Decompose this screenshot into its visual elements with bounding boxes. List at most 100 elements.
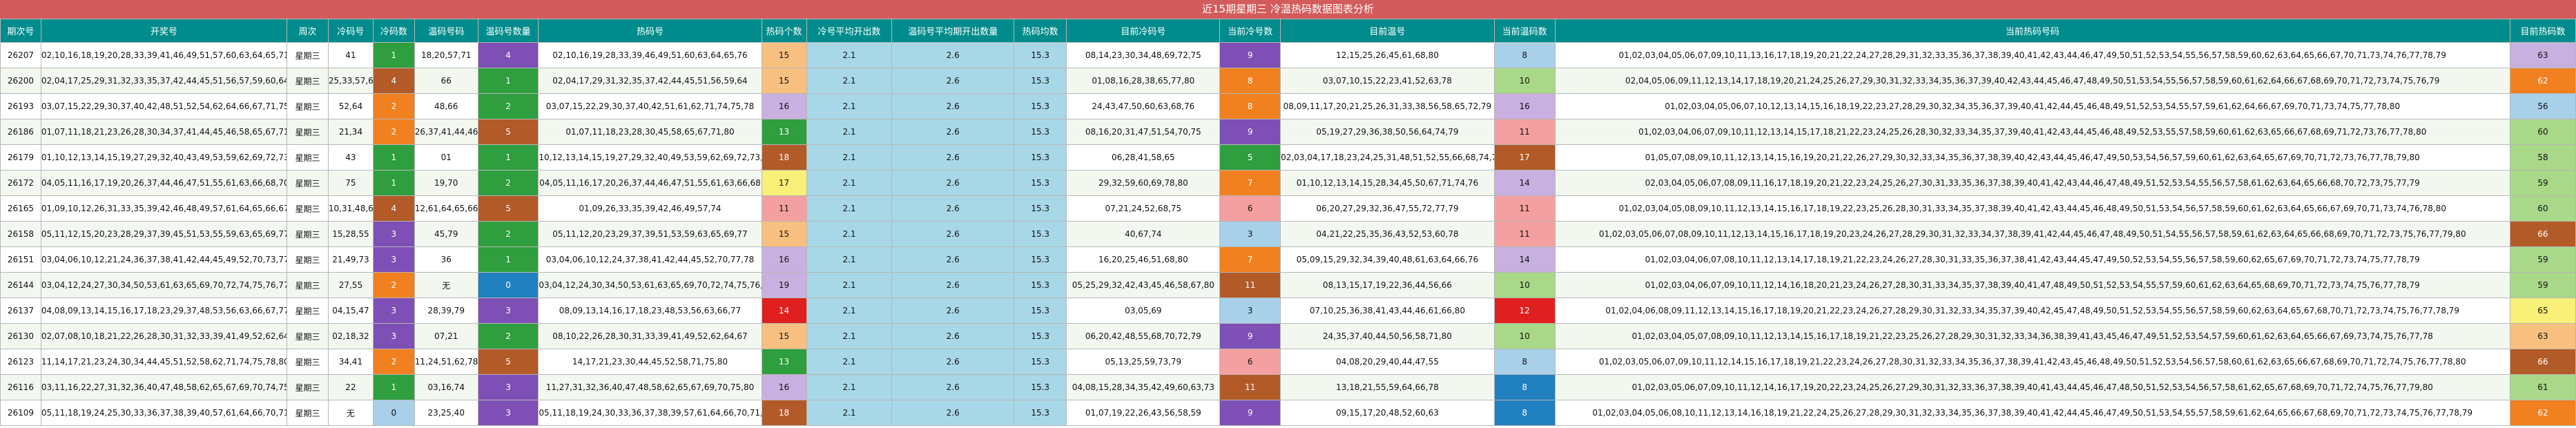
table-cell: 6 <box>1219 195 1281 222</box>
table-cell: 9 <box>1219 400 1281 426</box>
table-cell: 01,02,03,04,05,08,09,10,11,12,13,14,15,1… <box>1554 195 2510 222</box>
table-cell: 60 <box>2509 119 2576 145</box>
column-header: 温码号平均期开出数量 <box>891 19 1014 43</box>
table-cell: 15 <box>761 42 807 68</box>
table-cell: 10 <box>1493 323 1556 349</box>
page: 近15期星期三 冷温热码数据图表分析 期次号 开奖号 周次 冷码号 冷码数 温码号码 温码号… <box>0 0 2576 428</box>
table-row: 26158 05,11,12,15,20,23,28,29,37,39,45,51… <box>0 221 2576 247</box>
table-cell: 26109 <box>0 400 41 426</box>
table-cell: 11 <box>761 195 807 222</box>
table-cell: 26151 <box>0 246 41 273</box>
table-cell: 12,15,25,26,45,61,68,80 <box>1280 42 1495 68</box>
table-cell: 4 <box>372 68 415 94</box>
table-cell: 03,07,15,22,29,30,37,40,42,48,51,52,54,6… <box>40 93 288 119</box>
table-cell: 02,04,17,29,31,32,35,37,42,44,45,51,56,5… <box>538 68 762 94</box>
table-cell: 03,16,74 <box>414 374 478 400</box>
table-cell: 23,25,40 <box>414 400 478 426</box>
table-row: 26109 05,11,18,19,24,25,30,33,36,37,38,39… <box>0 400 2576 426</box>
table-cell: 3 <box>477 400 539 426</box>
table-cell: 05,13,25,59,73,79 <box>1066 349 1221 375</box>
table-cell: 18,20,57,71 <box>414 42 478 68</box>
table-cell: 01,07,11,18,21,23,26,28,30,34,37,41,44,4… <box>40 119 288 145</box>
table-cell: 1 <box>477 246 539 273</box>
table-cell: 08,16,20,31,47,51,54,70,75 <box>1066 119 1221 145</box>
table-cell: 05,11,12,15,20,23,28,29,37,39,45,51,53,5… <box>40 221 288 247</box>
table-cell: 17 <box>761 170 807 196</box>
table-cell: 62 <box>2509 68 2576 94</box>
table-cell: 15.3 <box>1013 195 1067 222</box>
table-cell: 01,02,03,04,06,07,09,10,11,12,14,16,18,2… <box>1554 272 2510 298</box>
table-cell: 01,02,03,04,05,06,07,09,10,11,13,16,17,1… <box>1554 42 2510 68</box>
table-cell: 01,02,03,05,06,07,08,09,10,11,12,13,14,1… <box>1554 221 2510 247</box>
table-cell: 63 <box>2509 323 2576 349</box>
column-header: 当前冷号数 <box>1219 19 1281 43</box>
table-cell: 2.6 <box>891 68 1014 94</box>
table-cell: 43 <box>327 144 374 171</box>
table-cell: 15.3 <box>1013 119 1067 145</box>
column-header: 温码号数量 <box>477 19 539 43</box>
table-cell: 2.1 <box>806 349 893 375</box>
table-row: 26151 03,04,06,10,12,21,24,36,37,38,41,42… <box>0 246 2576 273</box>
table-cell: 03,04,06,10,12,24,37,38,41,42,44,45,52,7… <box>538 246 762 273</box>
table-cell: 01,09,10,12,26,31,33,35,39,42,46,48,49,5… <box>40 195 288 222</box>
table-cell: 03,04,06,10,12,21,24,36,37,38,41,42,44,4… <box>40 246 288 273</box>
table-cell: 36 <box>414 246 478 273</box>
table-cell: 2.6 <box>891 93 1014 119</box>
column-header: 当前热码号码 <box>1554 19 2510 43</box>
table-cell: 15 <box>761 323 807 349</box>
data-table: 期次号 开奖号 周次 冷码号 冷码数 温码号码 温码号数量 热码号 热码个数 冷号平均开出数 温码号… <box>0 19 2576 426</box>
table-cell: 2.6 <box>891 323 1014 349</box>
table-cell: 10,31,48,67 <box>327 195 374 222</box>
table-cell: 2.6 <box>891 119 1014 145</box>
table-cell: 17 <box>1493 144 1556 171</box>
table-cell: 08,10,22,26,28,30,31,33,39,41,49,52,62,6… <box>538 323 762 349</box>
table-cell: 4 <box>477 42 539 68</box>
table-cell: 01 <box>414 144 478 171</box>
column-header: 开奖号 <box>40 19 288 43</box>
table-cell: 75 <box>327 170 374 196</box>
table-cell: 2.1 <box>806 93 893 119</box>
table-cell: 01,08,16,28,38,65,77,80 <box>1066 68 1221 94</box>
table-cell: 14 <box>1493 170 1556 196</box>
table-cell: 02,10,16,19,28,33,39,46,49,51,60,63,64,6… <box>538 42 762 68</box>
table-cell: 2.6 <box>891 246 1014 273</box>
table-cell: 15.3 <box>1013 68 1067 94</box>
table-cell: 16 <box>761 93 807 119</box>
table-cell: 星期三 <box>287 246 329 273</box>
table-cell: 08,14,23,30,34,48,69,72,75 <box>1066 42 1221 68</box>
table-cell: 16 <box>761 374 807 400</box>
table-cell: 11 <box>1493 119 1556 145</box>
table-cell: 13 <box>761 119 807 145</box>
table-cell: 星期三 <box>287 42 329 68</box>
table-cell: 2.1 <box>806 272 893 298</box>
table-cell: 星期三 <box>287 144 329 171</box>
table-cell: 2 <box>477 221 539 247</box>
table-cell: 02,03,04,17,18,23,24,25,31,48,51,52,55,6… <box>1280 144 1495 171</box>
table-row: 26130 02,07,08,10,18,21,22,26,28,30,31,32… <box>0 323 2576 349</box>
table-cell: 2.1 <box>806 221 893 247</box>
table-cell: 1 <box>372 170 415 196</box>
table-cell: 6 <box>1219 349 1281 375</box>
table-cell: 26165 <box>0 195 41 222</box>
table-cell: 10 <box>1493 272 1556 298</box>
table-cell: 2.1 <box>806 246 893 273</box>
table-cell: 41 <box>327 42 374 68</box>
table-cell: 13,18,21,55,59,64,66,78 <box>1280 374 1495 400</box>
table-cell: 26,37,41,44,46 <box>414 119 478 145</box>
table-cell: 29,32,59,60,69,78,80 <box>1066 170 1221 196</box>
table-cell: 12,61,64,65,66 <box>414 195 478 222</box>
table-cell: 02,04,17,25,29,31,32,33,35,37,42,44,45,5… <box>40 68 288 94</box>
table-cell: 2.6 <box>891 298 1014 324</box>
table-cell: 14 <box>761 298 807 324</box>
table-cell: 7 <box>1219 170 1281 196</box>
table-cell: 星期三 <box>287 119 329 145</box>
table-cell: 26193 <box>0 93 41 119</box>
table-cell: 05,11,18,19,24,30,33,36,37,38,39,57,61,6… <box>538 400 762 426</box>
table-cell: 3 <box>1219 298 1281 324</box>
table-cell: 26144 <box>0 272 41 298</box>
column-header: 冷码数 <box>372 19 415 43</box>
table-cell: 04,08,09,13,14,15,16,17,18,23,29,37,48,5… <box>40 298 288 324</box>
table-cell: 星期三 <box>287 349 329 375</box>
table-cell: 11 <box>1219 374 1281 400</box>
table-cell: 2.1 <box>806 42 893 68</box>
